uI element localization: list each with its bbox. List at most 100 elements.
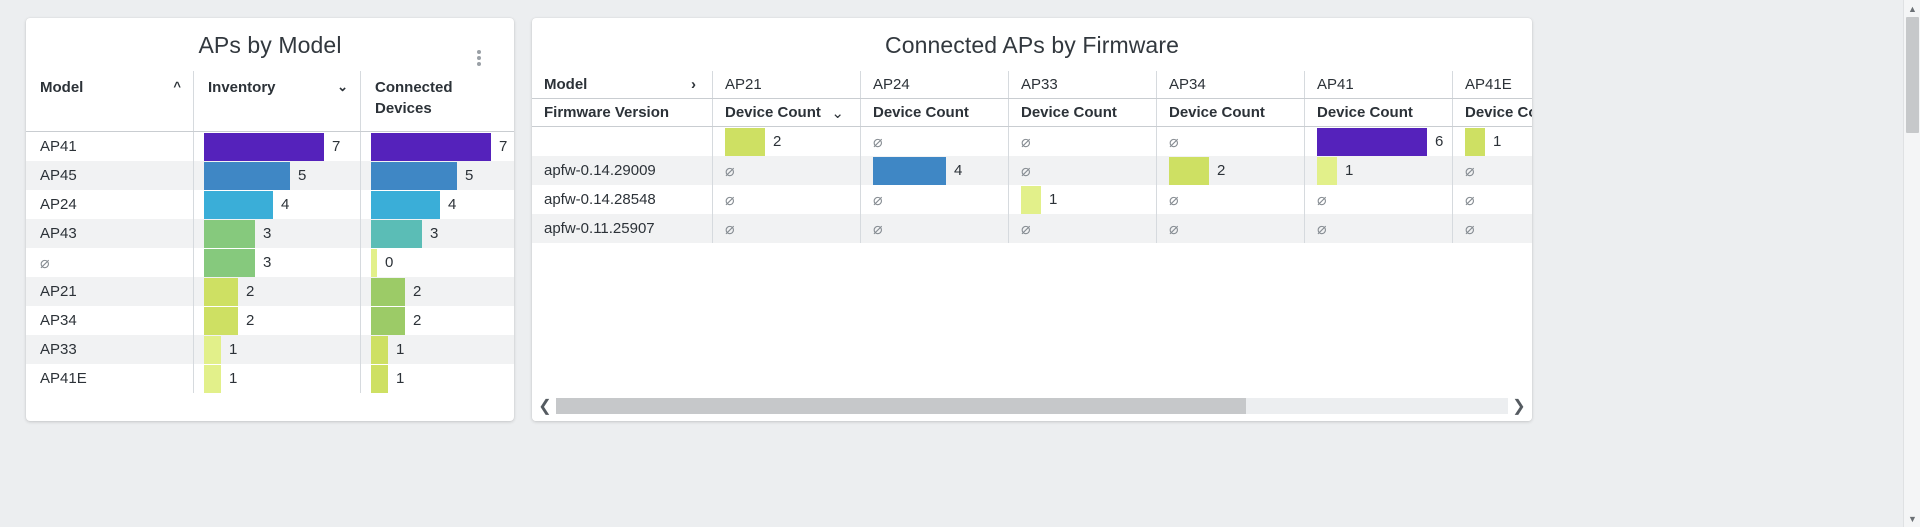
page-vertical-scrollbar[interactable]: ▲ ▼ xyxy=(1903,0,1920,527)
device-count-header-label: Device Count xyxy=(725,104,821,121)
null-value-icon: ⌀ xyxy=(1169,132,1179,152)
cell-device-count-ap41e: 1 xyxy=(1452,127,1532,156)
cell-connected-devices: 2 xyxy=(360,306,514,335)
connected-devices-value: 7 xyxy=(499,138,507,155)
device-count-bar xyxy=(725,128,765,156)
table-row[interactable]: AP3311 xyxy=(26,335,514,364)
model-column-header-ap34[interactable]: AP34 xyxy=(1156,71,1304,98)
caret-up-icon[interactable]: ▲ xyxy=(1904,0,1920,17)
horizontal-scroll-thumb[interactable] xyxy=(556,398,1246,414)
chevron-right-icon[interactable]: ❯ xyxy=(1508,393,1530,419)
column-header-connected-devices-label: Connected Devices xyxy=(375,77,502,119)
left-card-title: APs by Model xyxy=(26,18,514,71)
connected-devices-value: 4 xyxy=(448,196,456,213)
model-column-header-ap41[interactable]: AP41 xyxy=(1304,71,1452,98)
null-value-icon: ⌀ xyxy=(873,132,883,152)
right-card-title: Connected APs by Firmware xyxy=(532,18,1532,71)
device-count-header-ap33[interactable]: Device Count xyxy=(1008,99,1156,126)
cell-device-count-ap41: ⌀ xyxy=(1304,214,1452,243)
chevron-down-icon[interactable]: ⌄ xyxy=(831,104,844,122)
connected-devices-bar xyxy=(371,336,388,364)
table-row[interactable]: AP4555 xyxy=(26,161,514,190)
horizontal-scroll-track[interactable] xyxy=(556,398,1508,414)
device-count-bar xyxy=(1021,186,1041,214)
null-value-icon: ⌀ xyxy=(725,190,735,210)
device-count-header-ap34[interactable]: Device Count xyxy=(1156,99,1304,126)
cell-firmware-version: apfw-0.14.28548 xyxy=(532,185,712,214)
chevron-down-icon[interactable]: ⌄ xyxy=(331,77,348,97)
null-value-icon: ⌀ xyxy=(725,219,735,239)
aps-by-model-card: APs by Model Model ^ Inventory ⌄ Connect… xyxy=(26,18,514,421)
cell-firmware-version: apfw-0.14.29009 xyxy=(532,156,712,185)
null-value-icon: ⌀ xyxy=(1021,219,1031,239)
table-row[interactable]: AP4333 xyxy=(26,219,514,248)
chevron-up-icon[interactable]: ^ xyxy=(167,77,181,97)
right-column-header-model[interactable]: Model › xyxy=(532,71,712,98)
device-count-header-ap41e[interactable]: Device Count xyxy=(1452,99,1532,126)
cell-device-count-ap21: 2 xyxy=(712,127,860,156)
cell-model: AP21 xyxy=(26,277,193,306)
right-column-header-firmware-version[interactable]: Firmware Version xyxy=(532,99,712,126)
cell-model: AP41E xyxy=(26,364,193,393)
column-header-model-label: Model xyxy=(40,77,83,98)
device-count-header-ap24[interactable]: Device Count xyxy=(860,99,1008,126)
device-count-bar xyxy=(873,157,946,185)
column-header-model[interactable]: Model ^ xyxy=(26,71,193,131)
device-count-value: 1 xyxy=(1049,191,1057,208)
null-value-icon: ⌀ xyxy=(1465,190,1475,210)
device-count-value: 1 xyxy=(1345,162,1353,179)
table-row[interactable]: AP2444 xyxy=(26,190,514,219)
inventory-value: 5 xyxy=(298,167,306,184)
connected-devices-value: 3 xyxy=(430,225,438,242)
model-column-header-ap24[interactable]: AP24 xyxy=(860,71,1008,98)
right-table-model-header-row: Model › AP21AP24AP33AP34AP41AP41E xyxy=(532,71,1532,99)
table-row[interactable]: AP3422 xyxy=(26,306,514,335)
cell-device-count-ap34: ⌀ xyxy=(1156,127,1304,156)
cell-inventory: 5 xyxy=(193,161,360,190)
device-count-header-ap21[interactable]: Device Count ⌄ xyxy=(712,99,860,126)
inventory-value: 1 xyxy=(229,370,237,387)
horizontal-scrollbar[interactable]: ❮ ❯ xyxy=(532,391,1532,421)
device-count-header-label: Device Count xyxy=(1317,104,1413,121)
device-count-header-ap41[interactable]: Device Count xyxy=(1304,99,1452,126)
cell-model: AP34 xyxy=(26,306,193,335)
model-column-header-ap41e[interactable]: AP41E xyxy=(1452,71,1532,98)
table-row[interactable]: apfw-0.14.28548 ⌀ ⌀ 1 ⌀ ⌀ ⌀ xyxy=(532,185,1532,214)
table-row[interactable]: apfw-0.11.25907⌀⌀⌀⌀⌀⌀ xyxy=(532,214,1532,243)
kebab-menu-icon[interactable] xyxy=(470,48,488,68)
connected-devices-bar xyxy=(371,133,491,161)
chevron-left-icon[interactable]: ❮ xyxy=(534,393,556,419)
cell-device-count-ap24: ⌀ xyxy=(860,185,1008,214)
table-row[interactable]: AP41E11 xyxy=(26,364,514,393)
cell-connected-devices: 3 xyxy=(360,219,514,248)
connected-devices-bar xyxy=(371,249,377,277)
device-count-header-label: Device Count xyxy=(1169,104,1265,121)
table-row[interactable]: AP4177 xyxy=(26,132,514,161)
cell-model: AP24 xyxy=(26,190,193,219)
table-row[interactable]: 2⌀⌀⌀61 xyxy=(532,127,1532,156)
column-header-connected-devices[interactable]: Connected Devices xyxy=(360,71,514,131)
table-row[interactable]: AP2122 xyxy=(26,277,514,306)
chevron-right-icon[interactable]: › xyxy=(691,76,696,93)
right-table-body: 2⌀⌀⌀61apfw-0.14.29009⌀4⌀21⌀apfw-0.14.285… xyxy=(532,127,1532,243)
connected-devices-bar xyxy=(371,220,422,248)
cell-model: AP43 xyxy=(26,219,193,248)
cell-device-count-ap33: ⌀ xyxy=(1008,156,1156,185)
null-value-icon: ⌀ xyxy=(1169,190,1179,210)
model-column-header-ap33[interactable]: AP33 xyxy=(1008,71,1156,98)
connected-devices-bar xyxy=(371,365,388,393)
table-row[interactable]: ⌀30 xyxy=(26,248,514,277)
table-row[interactable]: apfw-0.14.29009⌀4⌀21⌀ xyxy=(532,156,1532,185)
page-scroll-thumb[interactable] xyxy=(1906,17,1919,133)
cell-device-count-ap41e: ⌀ xyxy=(1452,185,1532,214)
connected-aps-by-firmware-card: Connected APs by Firmware Model › AP21AP24… xyxy=(532,18,1532,421)
device-count-bar xyxy=(1465,128,1485,156)
cell-model: AP41 xyxy=(26,132,193,161)
column-header-inventory[interactable]: Inventory ⌄ xyxy=(193,71,360,131)
cell-inventory: 1 xyxy=(193,364,360,393)
null-value-icon: ⌀ xyxy=(1317,190,1327,210)
right-column-header-model-label: Model xyxy=(544,76,587,93)
caret-down-icon[interactable]: ▼ xyxy=(1904,510,1920,527)
connected-devices-bar xyxy=(371,278,405,306)
model-column-header-ap21[interactable]: AP21 xyxy=(712,71,860,98)
